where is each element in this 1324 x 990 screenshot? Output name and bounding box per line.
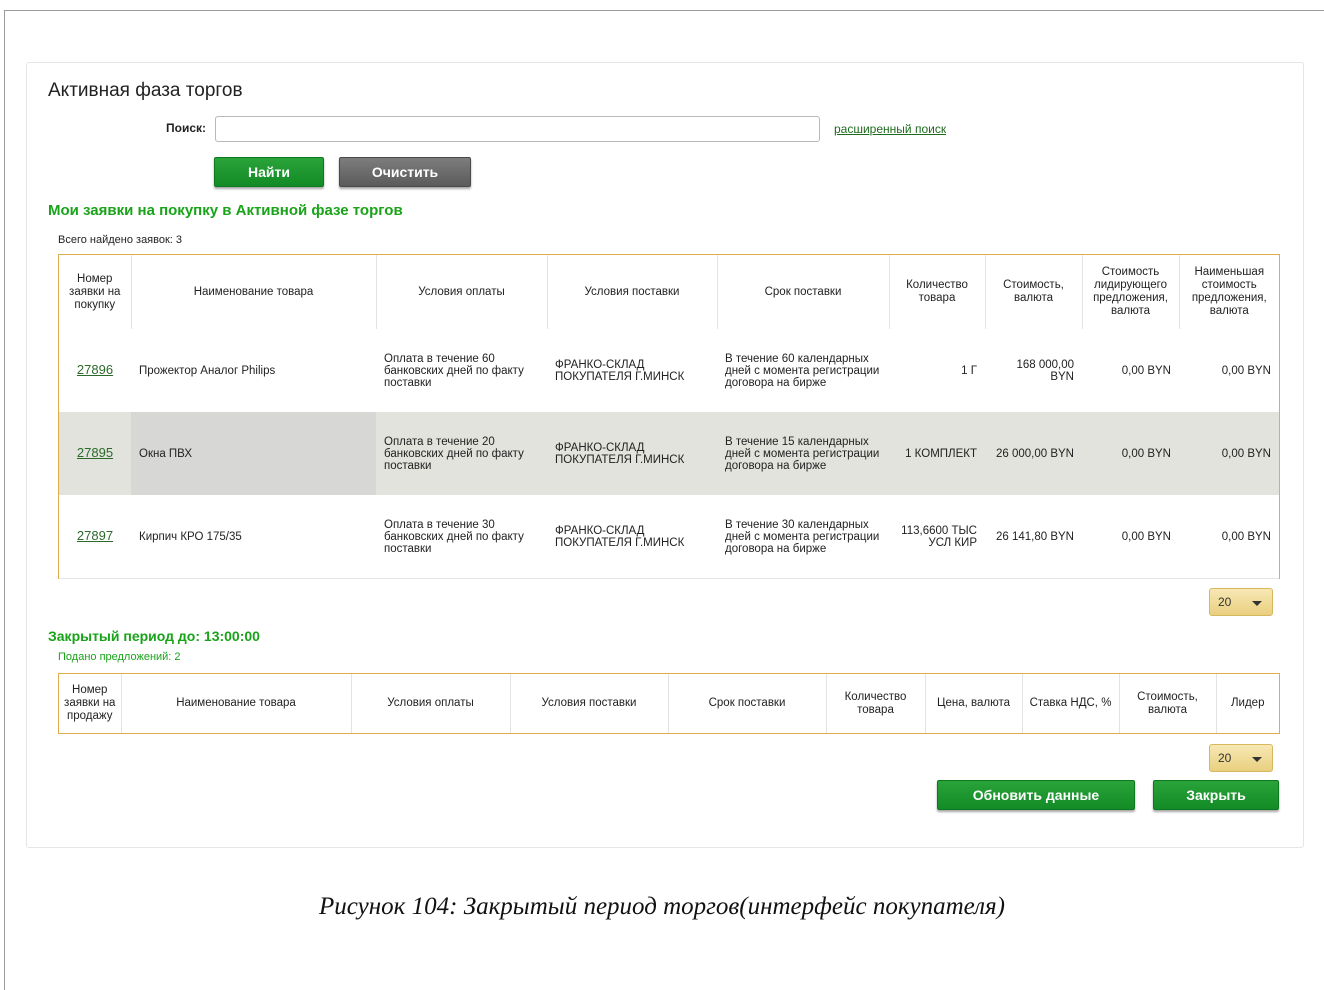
offers-table-header: Номер заявки на продажу Наименование тов…: [59, 674, 1279, 733]
column-header[interactable]: Ставка НДС, %: [1022, 674, 1120, 733]
page-size-value: 20: [1218, 751, 1232, 765]
column-header[interactable]: Условия поставки: [510, 674, 669, 733]
column-header[interactable]: Стоимость лидирующего предложения, валют…: [1082, 255, 1180, 329]
quantity: 1 КОМПЛЕКТ: [889, 412, 985, 495]
requests-table-header: Номер заявки на покупку Наименование тов…: [59, 255, 1279, 329]
table-row[interactable]: 27895 Окна ПВХ Оплата в течение 20 банко…: [59, 412, 1279, 495]
product-name: Кирпич КРО 175/35: [139, 530, 242, 543]
delivery-term: В течение 15 календарных дней с момента …: [717, 412, 889, 495]
offers-submitted-label: Подано предложений: 2: [58, 651, 181, 663]
product-name: Окна ПВХ: [131, 412, 376, 495]
payment-terms: Оплата в течение 20 банковских дней по ф…: [376, 412, 547, 495]
column-header[interactable]: Номер заявки на покупку: [59, 255, 132, 329]
column-header[interactable]: Количество товара: [826, 674, 926, 733]
page-size-select[interactable]: 20: [1209, 588, 1273, 616]
leader-cost: 0,00 BYN: [1082, 412, 1179, 495]
column-header[interactable]: Условия оплаты: [376, 255, 548, 329]
column-header[interactable]: Стоимость, валюта: [985, 255, 1083, 329]
page-title: Активная фаза торгов: [48, 80, 243, 101]
offers-table: Номер заявки на продажу Наименование тов…: [58, 673, 1280, 734]
column-header[interactable]: Номер заявки на продажу: [59, 674, 122, 733]
product-name: Прожектор Аналог Philips: [139, 364, 276, 377]
total-found-label: Всего найдено заявок: 3: [58, 234, 183, 246]
column-header[interactable]: Наименование товара: [121, 674, 352, 733]
column-header[interactable]: Срок поставки: [717, 255, 890, 329]
delivery-term: В течение 60 календарных дней с момента …: [725, 352, 880, 389]
column-header[interactable]: Стоимость, валюта: [1119, 674, 1217, 733]
payment-terms: Оплата в течение 30 банковских дней по ф…: [384, 518, 524, 555]
table-row[interactable]: 27896 Прожектор Аналог Philips Оплата в …: [59, 329, 1279, 412]
quantity: 113,6600 ТЫС УСЛ КИР: [901, 524, 977, 549]
column-header[interactable]: Лидер: [1216, 674, 1279, 733]
leader-cost: 0,00 BYN: [1121, 364, 1171, 377]
cost: 168 000,00 BYN: [1016, 358, 1074, 383]
my-requests-heading: Мои заявки на покупку в Активной фазе то…: [48, 202, 403, 219]
table-bottom-divider: [59, 578, 1279, 579]
page-size-value: 20: [1218, 595, 1232, 609]
column-header[interactable]: Цена, валюта: [925, 674, 1023, 733]
advanced-search-link[interactable]: расширенный поиск: [834, 122, 946, 136]
requests-table: Номер заявки на покупку Наименование тов…: [58, 254, 1280, 579]
chevron-down-icon: [1252, 601, 1262, 606]
closed-period-heading: Закрытый период до: 13:00:00: [48, 628, 260, 644]
min-cost: 0,00 BYN: [1179, 412, 1279, 495]
min-cost: 0,00 BYN: [1221, 530, 1271, 543]
search-label: Поиск:: [166, 121, 207, 135]
column-header[interactable]: Условия поставки: [547, 255, 718, 329]
quantity: 1 Г: [961, 364, 977, 377]
delivery-terms: ФРАНКО-СКЛАД ПОКУПАТЕЛЯ Г.МИНСК: [555, 358, 685, 383]
request-number-link[interactable]: 27897: [77, 528, 113, 543]
delivery-terms: ФРАНКО-СКЛАД ПОКУПАТЕЛЯ Г.МИНСК: [555, 524, 685, 549]
refresh-data-button[interactable]: Обновить данные: [937, 780, 1135, 810]
column-header[interactable]: Количество товара: [889, 255, 986, 329]
cost: 26 141,80 BYN: [995, 530, 1074, 543]
close-button[interactable]: Закрыть: [1153, 780, 1279, 810]
clear-button[interactable]: Очистить: [339, 157, 471, 187]
column-header[interactable]: Наименование товара: [131, 255, 377, 329]
column-header[interactable]: Срок поставки: [668, 674, 827, 733]
chevron-down-icon: [1252, 757, 1262, 762]
figure-caption: Рисунок 104: Закрытый период торгов(инте…: [318, 893, 1005, 920]
find-button[interactable]: Найти: [214, 157, 324, 187]
table-row[interactable]: 27897 Кирпич КРО 175/35 Оплата в течение…: [59, 495, 1279, 578]
cost: 26 000,00 BYN: [985, 412, 1082, 495]
request-number-link[interactable]: 27896: [77, 362, 113, 377]
delivery-terms: ФРАНКО-СКЛАД ПОКУПАТЕЛЯ Г.МИНСК: [547, 412, 717, 495]
min-cost: 0,00 BYN: [1221, 364, 1271, 377]
column-header[interactable]: Условия оплаты: [351, 674, 511, 733]
payment-terms: Оплата в течение 60 банковских дней по ф…: [384, 352, 524, 389]
offers-page-size-select[interactable]: 20: [1209, 744, 1273, 772]
delivery-term: В течение 30 календарных дней с момента …: [725, 518, 880, 555]
request-number-link[interactable]: 27895: [77, 445, 113, 460]
search-input[interactable]: [215, 116, 820, 142]
leader-cost: 0,00 BYN: [1121, 530, 1171, 543]
column-header[interactable]: Наименьшая стоимость предложения, валюта: [1179, 255, 1279, 329]
